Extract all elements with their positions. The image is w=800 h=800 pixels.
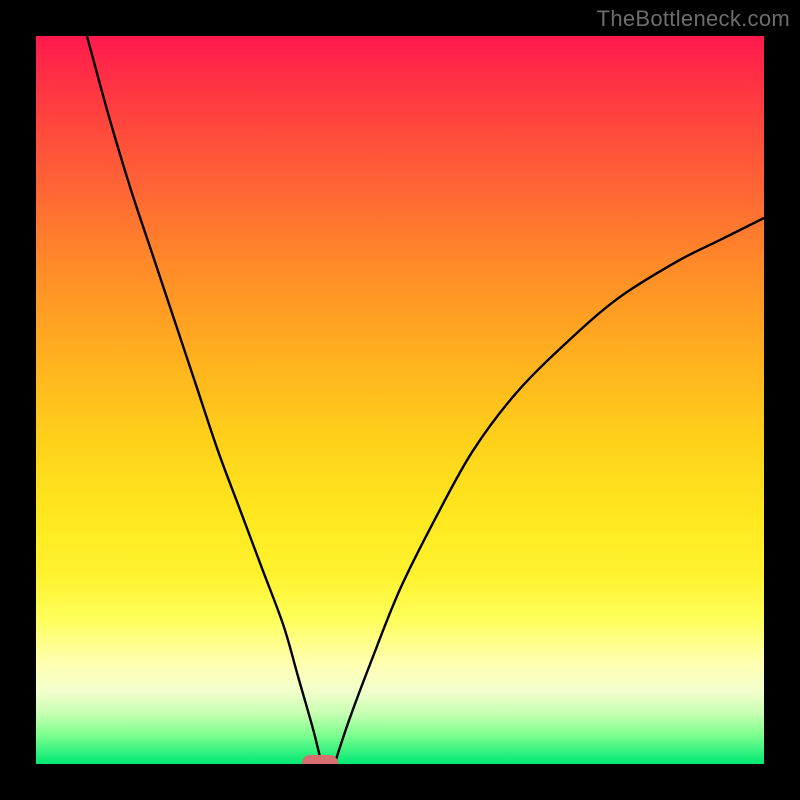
bottleneck-curve (36, 36, 764, 764)
outer-frame: TheBottleneck.com (0, 0, 800, 800)
watermark-text: TheBottleneck.com (597, 6, 790, 32)
curve-right-branch (334, 218, 764, 764)
optimum-marker (302, 755, 338, 764)
plot-area (36, 36, 764, 764)
curve-left-branch (87, 36, 320, 757)
